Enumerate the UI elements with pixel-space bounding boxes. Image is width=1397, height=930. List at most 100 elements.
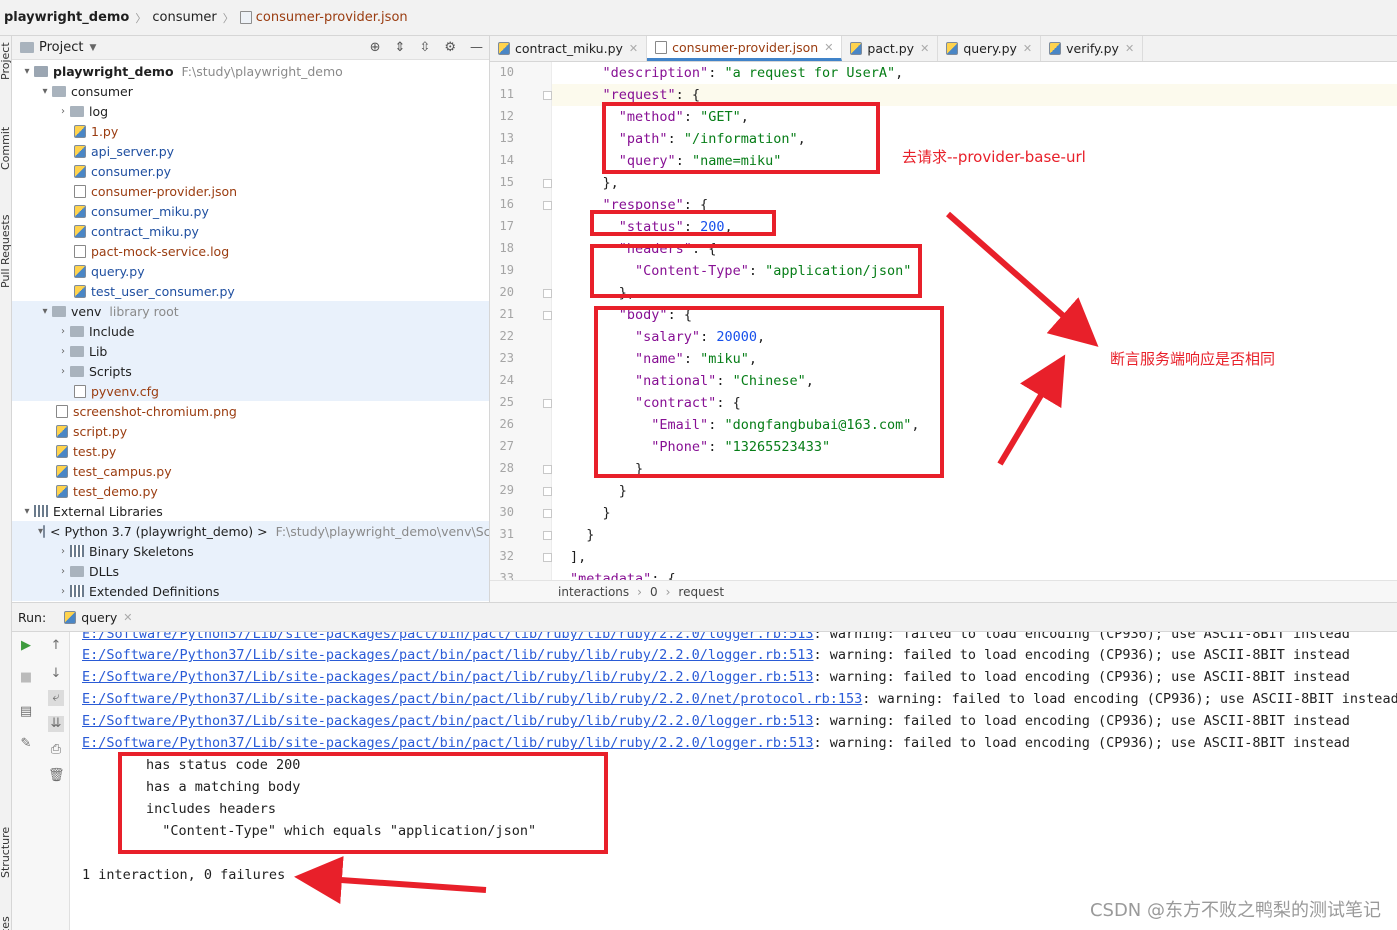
tree-item[interactable]: test_user_consumer.py: [12, 281, 489, 301]
close-icon[interactable]: ✕: [824, 41, 833, 54]
chevron-right-icon[interactable]: ›: [56, 366, 70, 377]
tree-item[interactable]: 1.py: [12, 121, 489, 141]
fold-marker-icon[interactable]: [543, 91, 552, 100]
close-icon[interactable]: ✕: [629, 42, 638, 55]
chevron-right-icon[interactable]: ›: [56, 546, 70, 557]
arrow-down-icon[interactable]: ↓: [48, 666, 64, 682]
editor-crumb[interactable]: interactions: [558, 585, 629, 599]
tab-contract-miku[interactable]: contract_miku.py ✕: [490, 36, 648, 61]
close-icon[interactable]: ✕: [1023, 42, 1032, 55]
console-summary: 1 interaction, 0 failures: [82, 867, 286, 883]
scroll-to-end-icon[interactable]: ⇊: [48, 716, 64, 732]
tree-item[interactable]: › Lib: [12, 341, 489, 361]
tool-window-project[interactable]: Project: [0, 42, 12, 80]
fold-marker-icon[interactable]: [543, 553, 552, 562]
collapse-all-icon[interactable]: ⇳: [419, 40, 430, 55]
pin-icon[interactable]: ✎: [18, 736, 34, 752]
stop-icon[interactable]: ■: [18, 670, 34, 686]
close-icon[interactable]: ✕: [1125, 42, 1134, 55]
log-warning: : warning: failed to load encoding (CP93…: [813, 632, 1350, 642]
tree-item[interactable]: test_demo.py: [12, 481, 489, 501]
log-path-link[interactable]: E:/Software/Python37/Lib/site-packages/p…: [82, 669, 814, 685]
fold-marker-icon[interactable]: [543, 509, 552, 518]
soft-wrap-icon[interactable]: ⤶: [48, 690, 64, 706]
tree-item[interactable]: › DLLs: [12, 561, 489, 581]
chevron-right-icon[interactable]: ›: [56, 586, 70, 597]
arrow-up-icon[interactable]: ↑: [48, 638, 64, 654]
tree-item[interactable]: screenshot-chromium.png: [12, 401, 489, 421]
close-icon[interactable]: ✕: [920, 42, 929, 55]
chevron-right-icon[interactable]: ›: [56, 346, 70, 357]
tree-item[interactable]: › log: [12, 101, 489, 121]
project-panel-title[interactable]: Project: [39, 40, 83, 55]
editor-crumb[interactable]: request: [678, 585, 724, 599]
fold-marker-icon[interactable]: [543, 201, 552, 210]
console-log-line: E:/Software/Python37/Lib/site-packages/p…: [82, 666, 1350, 688]
chevron-right-icon[interactable]: ›: [56, 566, 70, 577]
layout-icon[interactable]: ▤: [18, 704, 34, 720]
breadcrumb-project[interactable]: playwright_demo: [4, 10, 129, 25]
print-icon[interactable]: ⎙: [48, 742, 64, 758]
fold-marker-icon[interactable]: [543, 399, 552, 408]
log-path-link[interactable]: E:/Software/Python37/Lib/site-packages/p…: [82, 713, 814, 729]
tree-item[interactable]: query.py: [12, 261, 489, 281]
chevron-down-icon[interactable]: ▼: [89, 43, 96, 53]
tree-item[interactable]: api_server.py: [12, 141, 489, 161]
chevron-down-icon[interactable]: ▾: [38, 306, 52, 317]
tab-pact[interactable]: pact.py ✕: [842, 36, 939, 61]
tree-item[interactable]: › Extended Definitions: [12, 581, 489, 601]
rerun-icon[interactable]: ▶: [18, 638, 34, 654]
tree-item[interactable]: contract_miku.py: [12, 221, 489, 241]
chevron-down-icon[interactable]: ▾: [38, 86, 52, 97]
tree-item[interactable]: › Binary Skeletons: [12, 541, 489, 561]
tree-item[interactable]: ▾ consumer: [12, 81, 489, 101]
tool-window-commit[interactable]: Commit: [0, 127, 12, 170]
tool-window-pull-requests[interactable]: Pull Requests: [0, 215, 12, 288]
tree-item[interactable]: pact-mock-service.log: [12, 241, 489, 261]
trash-icon[interactable]: 🗑: [48, 768, 65, 784]
fold-marker-icon[interactable]: [543, 311, 552, 320]
tree-item[interactable]: ▾ External Libraries: [12, 501, 489, 521]
log-path-link[interactable]: E:/Software/Python37/Lib/site-packages/p…: [82, 691, 862, 707]
python-file-icon: [74, 224, 86, 238]
tree-item[interactable]: › Include: [12, 321, 489, 341]
tree-item[interactable]: › Scripts: [12, 361, 489, 381]
tree-item[interactable]: pyvenv.cfg: [12, 381, 489, 401]
fold-marker-icon[interactable]: [543, 531, 552, 540]
expand-all-icon[interactable]: ⇕: [395, 40, 406, 55]
fold-marker-icon[interactable]: [543, 289, 552, 298]
tree-item[interactable]: consumer-provider.json: [12, 181, 489, 201]
tab-consumer-provider[interactable]: consumer-provider.json ✕: [647, 36, 843, 61]
breadcrumb-file[interactable]: consumer-provider.json: [256, 10, 408, 25]
chevron-right-icon[interactable]: ›: [56, 326, 70, 337]
tool-window-favorites[interactable]: Favorites: [0, 916, 12, 930]
tree-item[interactable]: script.py: [12, 421, 489, 441]
tree-item[interactable]: test_campus.py: [12, 461, 489, 481]
chevron-right-icon[interactable]: ›: [56, 106, 70, 117]
locate-icon[interactable]: ⊕: [370, 40, 381, 55]
chevron-down-icon[interactable]: ▾: [20, 66, 34, 77]
minimize-icon[interactable]: —: [470, 40, 483, 55]
annotation-box-request: [602, 102, 880, 174]
log-path-link[interactable]: E:/Software/Python37/Lib/site-packages/p…: [82, 647, 814, 663]
tree-item[interactable]: ▾ venv library root: [12, 301, 489, 321]
tab-verify[interactable]: verify.py ✕: [1041, 36, 1144, 61]
close-icon[interactable]: ✕: [123, 611, 132, 624]
run-tab-query[interactable]: query ✕: [64, 610, 133, 625]
tree-item[interactable]: test.py: [12, 441, 489, 461]
tree-item[interactable]: consumer_miku.py: [12, 201, 489, 221]
tab-query[interactable]: query.py ✕: [938, 36, 1042, 61]
tool-window-structure[interactable]: Structure: [0, 827, 12, 878]
gear-icon[interactable]: ⚙: [444, 40, 456, 55]
fold-marker-icon[interactable]: [543, 179, 552, 188]
tree-item[interactable]: ▾ < Python 3.7 (playwright_demo) > F:\stud…: [12, 521, 489, 541]
log-path-link[interactable]: E:/Software/Python37/Lib/site-packages/p…: [82, 632, 814, 642]
fold-marker-icon[interactable]: [543, 465, 552, 474]
chevron-down-icon[interactable]: ▾: [20, 506, 34, 517]
log-path-link[interactable]: E:/Software/Python37/Lib/site-packages/p…: [82, 735, 814, 751]
fold-marker-icon[interactable]: [543, 487, 552, 496]
tree-item[interactable]: consumer.py: [12, 161, 489, 181]
editor-crumb[interactable]: 0: [650, 585, 658, 599]
tree-root[interactable]: ▾ playwright_demo F:\study\playwright_de…: [12, 61, 489, 81]
breadcrumb-folder[interactable]: consumer: [152, 10, 216, 25]
